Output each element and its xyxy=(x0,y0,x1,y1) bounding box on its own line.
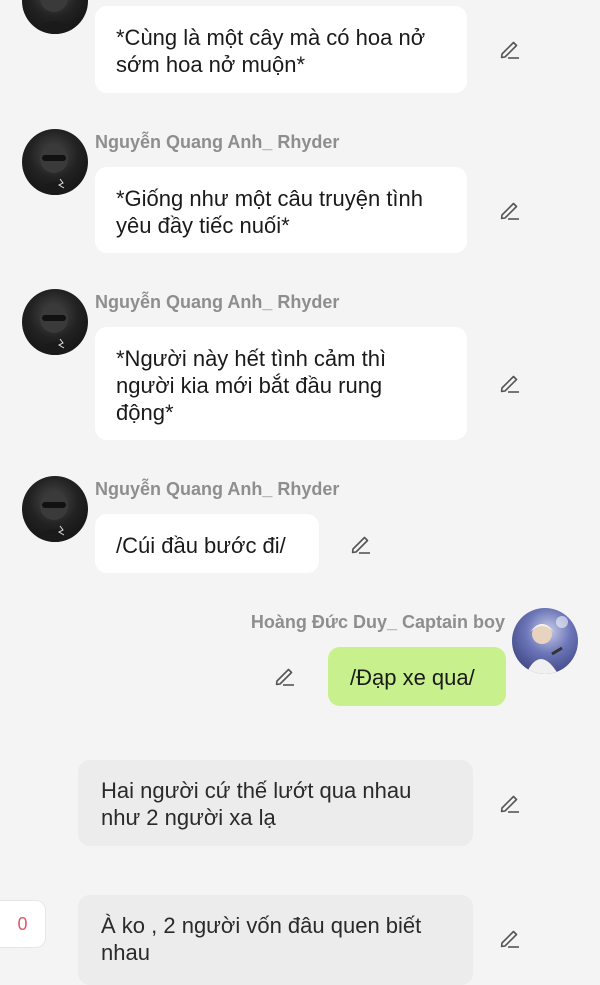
narration-bubble: À ko , 2 người vốn đâu quen biết nhau xyxy=(78,895,473,985)
comment-count-badge[interactable]: 0 xyxy=(0,900,46,948)
narration-bubble: Hai người cứ thế lướt qua nhau như 2 ngư… xyxy=(78,760,473,846)
avatar-rhyder[interactable] xyxy=(22,0,88,34)
avatar-duy[interactable] xyxy=(512,608,578,674)
avatar-rhyder[interactable] xyxy=(22,289,88,355)
message-text: *Cùng là một cây mà có hoa nở sớm hoa nở… xyxy=(116,25,426,77)
sender-name: Nguyễn Quang Anh_ Rhyder xyxy=(95,479,340,499)
sender-name: Nguyễn Quang Anh_ Rhyder xyxy=(95,292,340,312)
message-bubble: *Người này hết tình cảm thì người kia mớ… xyxy=(95,327,467,440)
edit-pencil-icon[interactable] xyxy=(498,791,522,815)
message-bubble: /Cúi đầu bước đi/ xyxy=(95,514,319,573)
sender-name: Nguyễn Quang Anh_ Rhyder xyxy=(95,132,340,152)
sender-name: Hoàng Đức Duy_ Captain boy xyxy=(250,612,505,632)
message-text: *Giống như một câu truyện tình yêu đầy t… xyxy=(116,186,424,238)
edit-pencil-icon[interactable] xyxy=(498,926,522,950)
edit-pencil-icon[interactable] xyxy=(349,532,373,556)
avatar-rhyder[interactable] xyxy=(22,129,88,195)
edit-pencil-icon[interactable] xyxy=(498,37,522,61)
edit-pencil-icon[interactable] xyxy=(273,664,297,688)
message-text: *Người này hết tình cảm thì người kia mớ… xyxy=(116,346,387,425)
message-text: /Đạp xe qua/ xyxy=(350,665,475,690)
narration-text: À ko , 2 người vốn đâu quen biết nhau xyxy=(101,913,422,965)
edit-pencil-icon[interactable] xyxy=(498,198,522,222)
message-bubble: *Giống như một câu truyện tình yêu đầy t… xyxy=(95,167,467,253)
message-bubble: *Cùng là một cây mà có hoa nở sớm hoa nở… xyxy=(95,6,467,93)
narration-text: Hai người cứ thế lướt qua nhau như 2 ngư… xyxy=(101,778,412,830)
comment-count: 0 xyxy=(17,914,28,934)
avatar-rhyder[interactable] xyxy=(22,476,88,542)
own-message-bubble: /Đạp xe qua/ xyxy=(328,647,506,706)
edit-pencil-icon[interactable] xyxy=(498,371,522,395)
message-text: /Cúi đầu bước đi/ xyxy=(116,533,286,558)
